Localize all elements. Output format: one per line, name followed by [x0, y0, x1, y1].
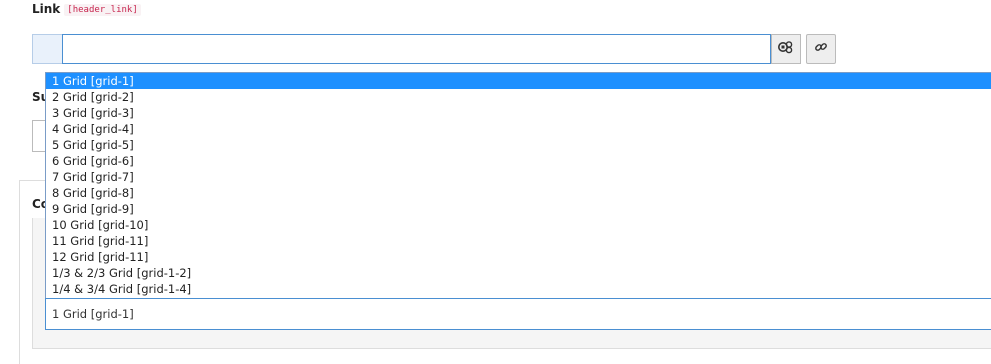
link-browser-icon	[778, 40, 794, 58]
grid-option[interactable]: 1/3 & 2/3 Grid [grid-1-2]	[46, 265, 991, 281]
link-input[interactable]	[62, 34, 771, 64]
grid-option[interactable]: 12 Grid [grid-11]	[46, 249, 991, 265]
grid-option[interactable]: 1 Grid [grid-1]	[46, 73, 991, 89]
grid-option[interactable]: 6 Grid [grid-6]	[46, 153, 991, 169]
link-input-addon	[32, 34, 62, 64]
grid-option[interactable]: 7 Grid [grid-7]	[46, 169, 991, 185]
grid-option[interactable]: 10 Grid [grid-10]	[46, 217, 991, 233]
field-code-badge: [header_link]	[64, 4, 141, 16]
grid-option[interactable]: 5 Grid [grid-5]	[46, 137, 991, 153]
section-left-border	[19, 180, 20, 364]
grid-option[interactable]: 3 Grid [grid-3]	[46, 105, 991, 121]
subheader-input-partial[interactable]	[32, 120, 46, 152]
grid-option[interactable]: 11 Grid [grid-11]	[46, 233, 991, 249]
grid-option[interactable]: 9 Grid [grid-9]	[46, 201, 991, 217]
grid-select[interactable]: 1 Grid [grid-1]	[45, 298, 991, 330]
grid-select-listbox[interactable]: 1 Grid [grid-1] 2 Grid [grid-2] 3 Grid […	[45, 72, 991, 298]
grid-option[interactable]: 8 Grid [grid-8]	[46, 185, 991, 201]
link-label-text: Link	[32, 2, 61, 16]
grid-option[interactable]: 1/4 & 3/4 Grid [grid-1-4]	[46, 281, 991, 297]
grid-option[interactable]: 2 Grid [grid-2]	[46, 89, 991, 105]
link-field-label: Link [header_link]	[32, 2, 141, 16]
grid-option[interactable]: 4 Grid [grid-4]	[46, 121, 991, 137]
browse-link-button[interactable]	[771, 34, 801, 64]
chain-link-icon	[814, 40, 828, 58]
link-button[interactable]	[806, 34, 836, 64]
